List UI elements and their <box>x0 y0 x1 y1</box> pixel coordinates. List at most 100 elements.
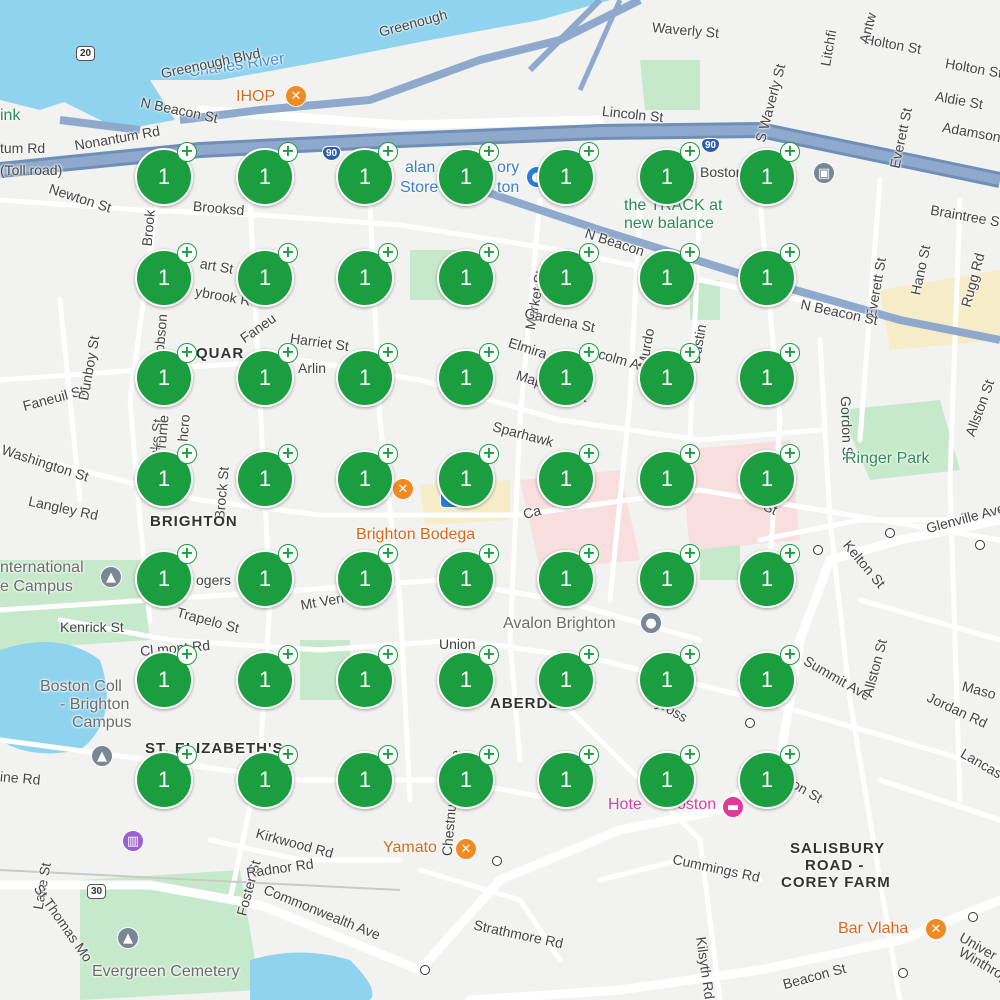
plus-icon[interactable]: + <box>278 243 298 263</box>
cluster-marker[interactable]: 1 + <box>236 444 298 508</box>
plus-icon[interactable]: + <box>479 745 499 765</box>
plus-icon[interactable]: + <box>378 544 398 564</box>
cluster-marker[interactable]: 1 + <box>638 142 700 206</box>
plus-icon[interactable]: + <box>780 745 800 765</box>
cluster-marker[interactable]: 1 + <box>236 142 298 206</box>
map-canvas[interactable]: 20 90 90 30 ✕ ✕ ✕ ✕ ● ▲ ▲ ● ▬ ▥ ▲ ▣ Char… <box>0 0 1000 1000</box>
cluster-marker[interactable]: 1 + <box>437 343 499 407</box>
restaurant-icon[interactable]: ✕ <box>455 838 477 860</box>
plus-icon[interactable]: + <box>680 243 700 263</box>
cluster-marker[interactable]: 1 + <box>738 444 800 508</box>
cluster-marker[interactable]: 1 + <box>638 444 700 508</box>
bus-stop-icon[interactable] <box>813 545 823 555</box>
plus-icon[interactable]: + <box>177 745 197 765</box>
plus-icon[interactable]: + <box>479 142 499 162</box>
cluster-marker[interactable]: 1 + <box>537 142 599 206</box>
cluster-marker[interactable]: 1 + <box>738 243 800 307</box>
plus-icon[interactable]: + <box>278 142 298 162</box>
cluster-marker[interactable]: 1 + <box>638 243 700 307</box>
cluster-marker[interactable]: 1 + <box>437 444 499 508</box>
plus-icon[interactable]: + <box>680 544 700 564</box>
plus-icon[interactable]: + <box>177 243 197 263</box>
cluster-marker[interactable]: 1 + <box>738 544 800 608</box>
plus-icon[interactable]: + <box>780 444 800 464</box>
cluster-marker[interactable]: 1 + <box>537 645 599 709</box>
cluster-marker[interactable]: 1 + <box>135 544 197 608</box>
plus-icon[interactable]: + <box>378 645 398 665</box>
plus-icon[interactable]: + <box>680 745 700 765</box>
plus-icon[interactable]: + <box>479 243 499 263</box>
plus-icon[interactable]: + <box>278 645 298 665</box>
cluster-marker[interactable]: 1 + <box>437 142 499 206</box>
plus-icon[interactable]: + <box>177 544 197 564</box>
plus-icon[interactable]: + <box>579 343 599 363</box>
cluster-marker[interactable]: 1 + <box>236 645 298 709</box>
plus-icon[interactable]: + <box>680 444 700 464</box>
plus-icon[interactable]: + <box>479 645 499 665</box>
train-icon[interactable]: ▣ <box>813 162 835 184</box>
cluster-marker[interactable]: 1 + <box>537 745 599 809</box>
hotel-icon[interactable]: ▬ <box>722 796 744 818</box>
plus-icon[interactable]: + <box>780 142 800 162</box>
plus-icon[interactable]: + <box>579 142 599 162</box>
plus-icon[interactable]: + <box>177 645 197 665</box>
restaurant-icon[interactable]: ✕ <box>392 478 414 500</box>
cemetery-icon[interactable]: ▲ <box>117 927 139 949</box>
cluster-marker[interactable]: 1 + <box>135 444 197 508</box>
plus-icon[interactable]: + <box>278 745 298 765</box>
school-icon[interactable]: ▲ <box>91 745 113 767</box>
cluster-marker[interactable]: 1 + <box>437 544 499 608</box>
plus-icon[interactable]: + <box>579 444 599 464</box>
cluster-marker[interactable]: 1 + <box>738 142 800 206</box>
cluster-marker[interactable]: 1 + <box>236 243 298 307</box>
plus-icon[interactable]: + <box>680 645 700 665</box>
cluster-marker[interactable]: 1 + <box>638 745 700 809</box>
plus-icon[interactable]: + <box>479 343 499 363</box>
plus-icon[interactable]: + <box>780 243 800 263</box>
cluster-marker[interactable]: 1 + <box>537 544 599 608</box>
cluster-marker[interactable]: 1 + <box>336 142 398 206</box>
restaurant-icon[interactable]: ✕ <box>925 918 947 940</box>
plus-icon[interactable]: + <box>479 544 499 564</box>
place-icon[interactable]: ● <box>640 612 662 634</box>
plus-icon[interactable]: + <box>378 444 398 464</box>
cluster-marker[interactable]: 1 + <box>537 243 599 307</box>
plus-icon[interactable]: + <box>780 343 800 363</box>
cluster-marker[interactable]: 1 + <box>336 444 398 508</box>
plus-icon[interactable]: + <box>278 544 298 564</box>
bus-stop-icon[interactable] <box>420 965 430 975</box>
cluster-marker[interactable]: 1 + <box>738 645 800 709</box>
plus-icon[interactable]: + <box>579 745 599 765</box>
cluster-marker[interactable]: 1 + <box>135 243 197 307</box>
plus-icon[interactable]: + <box>278 343 298 363</box>
bus-stop-icon[interactable] <box>885 528 895 538</box>
cluster-marker[interactable]: 1 + <box>738 343 800 407</box>
cluster-marker[interactable]: 1 + <box>336 343 398 407</box>
cluster-marker[interactable]: 1 + <box>738 745 800 809</box>
bus-stop-icon[interactable] <box>745 718 755 728</box>
cluster-marker[interactable]: 1 + <box>638 645 700 709</box>
cluster-marker[interactable]: 1 + <box>537 444 599 508</box>
cluster-marker[interactable]: 1 + <box>135 645 197 709</box>
school-icon[interactable]: ▲ <box>100 566 122 588</box>
cluster-marker[interactable]: 1 + <box>638 544 700 608</box>
cluster-marker[interactable]: 1 + <box>135 142 197 206</box>
cluster-marker[interactable]: 1 + <box>537 343 599 407</box>
plus-icon[interactable]: + <box>579 645 599 665</box>
plus-icon[interactable]: + <box>579 544 599 564</box>
plus-icon[interactable]: + <box>479 444 499 464</box>
plus-icon[interactable]: + <box>680 343 700 363</box>
plus-icon[interactable]: + <box>177 343 197 363</box>
cluster-marker[interactable]: 1 + <box>236 745 298 809</box>
cluster-marker[interactable]: 1 + <box>236 343 298 407</box>
plus-icon[interactable]: + <box>579 243 599 263</box>
cluster-marker[interactable]: 1 + <box>336 745 398 809</box>
bus-stop-icon[interactable] <box>492 856 502 866</box>
plus-icon[interactable]: + <box>278 444 298 464</box>
bus-stop-icon[interactable] <box>968 912 978 922</box>
cluster-marker[interactable]: 1 + <box>236 544 298 608</box>
restaurant-icon[interactable]: ✕ <box>285 85 307 107</box>
plus-icon[interactable]: + <box>780 544 800 564</box>
cluster-marker[interactable]: 1 + <box>437 745 499 809</box>
bus-stop-icon[interactable] <box>975 540 985 550</box>
